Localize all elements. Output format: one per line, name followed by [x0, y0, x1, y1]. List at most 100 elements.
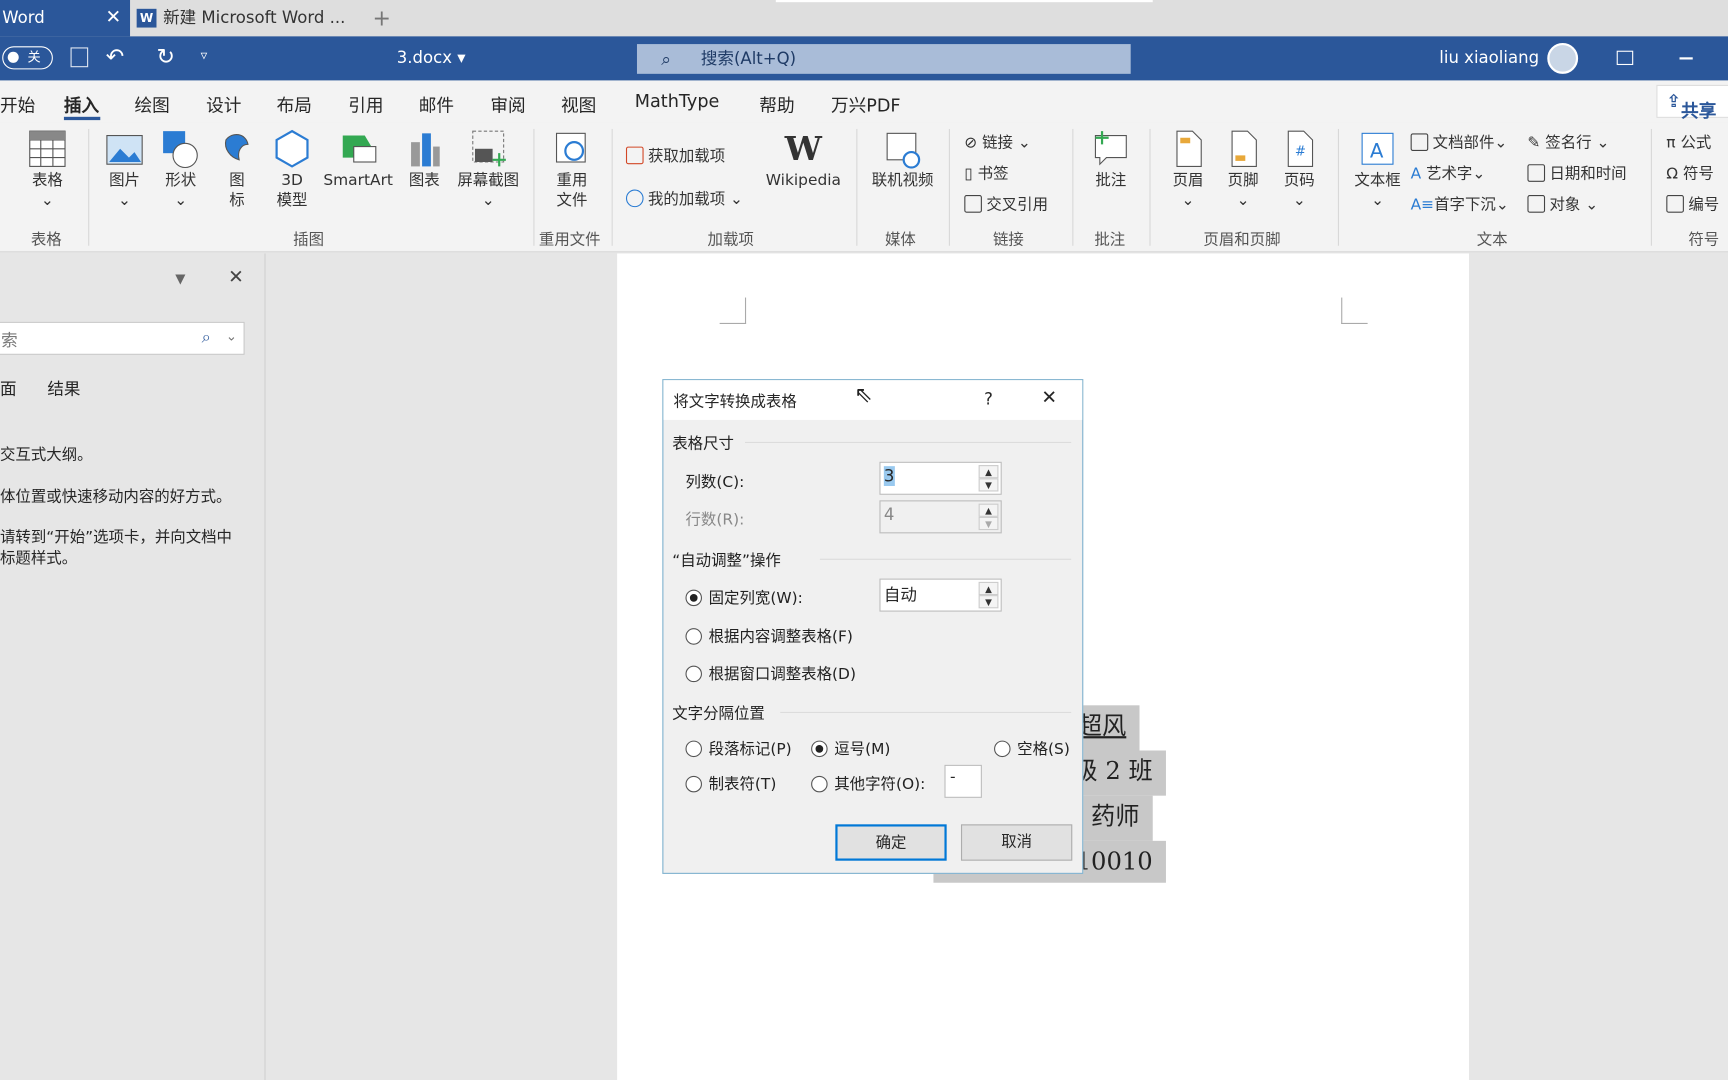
- tab-mathtype[interactable]: MathType: [635, 90, 720, 111]
- other-character-input[interactable]: -: [944, 764, 982, 798]
- autofit-window-radio[interactable]: 根据窗口调整表格(D): [685, 662, 856, 684]
- increment-icon[interactable]: ▲: [978, 581, 999, 596]
- search-input[interactable]: ⌕ 搜索(Alt+Q): [636, 44, 1131, 74]
- page-number-button[interactable]: # 页码 ⌄: [1277, 129, 1321, 211]
- columns-value[interactable]: 3: [883, 466, 895, 486]
- pictures-button[interactable]: 图片 ⌄: [101, 129, 147, 211]
- tab-layout[interactable]: 布局: [277, 90, 312, 116]
- active-tab-indicator: [63, 116, 101, 121]
- close-pane-icon[interactable]: ✕: [228, 267, 244, 289]
- tab-home[interactable]: 开始: [0, 90, 35, 116]
- paragraph-mark-radio[interactable]: 段落标记(P): [685, 737, 792, 759]
- tab-mailings[interactable]: 邮件: [419, 90, 454, 116]
- ribbon-display-icon[interactable]: [1616, 50, 1634, 66]
- tab-new-document[interactable]: W 新建 Microsoft Word ...: [132, 0, 359, 36]
- navigation-search-input[interactable]: 索 ⌕ ⌄: [0, 321, 245, 355]
- get-addins-button[interactable]: 获取加载项: [625, 144, 725, 166]
- wordart-button[interactable]: A 艺术字⌄: [1411, 162, 1486, 184]
- column-width-stepper[interactable]: 自动 ▲ ▼: [879, 578, 1002, 612]
- object-button[interactable]: 对象 ⌄: [1527, 193, 1598, 215]
- avatar[interactable]: [1547, 42, 1579, 74]
- redo-icon[interactable]: ↻: [156, 43, 174, 69]
- increment-icon: ▲: [978, 503, 999, 517]
- help-button[interactable]: ?: [984, 389, 993, 409]
- autosave-toggle[interactable]: 关: [2, 46, 53, 70]
- new-tab-button[interactable]: +: [372, 4, 390, 30]
- ribbon-tabs: 开始 插入 绘图 设计 布局 引用 邮件 审阅 视图 MathType 帮助 万…: [0, 80, 1728, 123]
- fixed-width-radio[interactable]: 固定列宽(W):: [685, 586, 803, 608]
- close-button[interactable]: ✕: [1041, 387, 1057, 409]
- document-name[interactable]: 3.docx ▾: [397, 47, 466, 67]
- decrement-icon: ▼: [978, 516, 999, 531]
- my-addins-button[interactable]: 我的加载项 ⌄: [625, 187, 743, 209]
- space-radio[interactable]: 空格(S): [994, 737, 1070, 759]
- other-character-radio[interactable]: 其他字符(O):: [811, 773, 925, 795]
- search-icon: ⌕: [661, 48, 672, 70]
- share-button[interactable]: ⇪ 共享: [1656, 84, 1728, 121]
- user-name[interactable]: liu xiaoliang: [1439, 47, 1539, 67]
- autofit-content-radio[interactable]: 根据内容调整表格(F): [685, 625, 853, 647]
- shapes-button[interactable]: 形状 ⌄: [158, 129, 204, 211]
- minimize-icon[interactable]: [1679, 57, 1693, 59]
- cancel-button[interactable]: 取消: [960, 824, 1073, 861]
- radio-unchecked: [685, 740, 702, 758]
- radio-unchecked: [811, 775, 828, 793]
- cross-reference-button[interactable]: 交叉引用: [964, 193, 1048, 215]
- wikipedia-icon: W: [784, 130, 822, 169]
- link-button[interactable]: ⊘ 链接 ⌄: [964, 131, 1031, 153]
- columns-stepper[interactable]: 3 ▲ ▼: [879, 461, 1002, 495]
- drop-cap-button[interactable]: A≡首字下沉⌄: [1411, 193, 1509, 215]
- bookmark-button[interactable]: ▯ 书签: [964, 162, 1008, 184]
- customize-toolbar-icon[interactable]: ▿: [201, 47, 208, 62]
- increment-icon[interactable]: ▲: [978, 465, 999, 479]
- chart-button[interactable]: 图表: [401, 129, 447, 191]
- icons-button[interactable]: 图 标: [214, 129, 260, 211]
- save-icon[interactable]: [70, 47, 89, 68]
- close-tab-icon[interactable]: ✕: [106, 0, 122, 36]
- text-box-button[interactable]: A 文本框 ⌄: [1349, 129, 1406, 211]
- wikipedia-button[interactable]: W Wikipedia: [760, 129, 846, 191]
- tab-character-radio[interactable]: 制表符(T): [685, 773, 776, 795]
- decrement-icon[interactable]: ▼: [978, 595, 999, 609]
- tab-wondershare-pdf[interactable]: 万兴PDF: [831, 90, 901, 116]
- undo-icon[interactable]: ↶: [106, 43, 124, 69]
- tab-view[interactable]: 视图: [561, 90, 596, 116]
- tab-word[interactable]: Word ✕: [0, 0, 131, 37]
- header-button[interactable]: 页眉 ⌄: [1166, 129, 1210, 211]
- signature-line-button[interactable]: ✎ 签名行 ⌄: [1527, 131, 1609, 153]
- online-video-button[interactable]: 联机视频: [866, 129, 939, 191]
- decrement-icon[interactable]: ▼: [978, 478, 999, 492]
- tab-review[interactable]: 审阅: [490, 90, 525, 116]
- equation-button[interactable]: π 公式: [1666, 131, 1711, 153]
- comment-button[interactable]: 批注: [1087, 129, 1135, 191]
- tab-insert[interactable]: 插入: [64, 90, 99, 116]
- tab-help[interactable]: 帮助: [759, 90, 794, 116]
- number-button[interactable]: 编号: [1666, 193, 1719, 215]
- divider: [819, 558, 1072, 560]
- quick-parts-button[interactable]: 文档部件⌄: [1410, 131, 1507, 153]
- date-time-button[interactable]: 日期和时间: [1527, 162, 1627, 184]
- search-icon[interactable]: ⌕: [202, 327, 211, 347]
- radio-unchecked: [685, 665, 702, 683]
- smartart-button[interactable]: SmartArt: [320, 129, 397, 191]
- button-label: 联机视频: [871, 171, 934, 190]
- tab-design[interactable]: 设计: [206, 90, 241, 116]
- screenshot-button[interactable]: 屏幕截图 ⌄: [452, 129, 525, 211]
- reuse-files-button[interactable]: 重用 文件: [549, 129, 595, 211]
- column-width-value[interactable]: 自动: [884, 585, 917, 605]
- tab-pages[interactable]: 面: [0, 377, 17, 400]
- table-button[interactable]: 表格 ⌄: [22, 129, 73, 211]
- footer-button[interactable]: 页脚 ⌄: [1221, 129, 1265, 211]
- wordart-icon: A: [1410, 165, 1427, 183]
- pane-options-icon[interactable]: ▼: [175, 271, 185, 286]
- button-label: 艺术字: [1426, 165, 1473, 183]
- ok-button[interactable]: 确定: [835, 824, 947, 861]
- tab-results[interactable]: 结果: [47, 377, 80, 400]
- symbol-button[interactable]: Ω 符号: [1666, 162, 1714, 184]
- tab-draw[interactable]: 绘图: [134, 90, 169, 116]
- comma-radio[interactable]: 逗号(M): [811, 737, 890, 759]
- 3d-models-button[interactable]: 3D 模型: [269, 129, 315, 211]
- chevron-down-icon[interactable]: ⌄: [226, 328, 237, 343]
- section-table-size: 表格尺寸: [672, 435, 734, 453]
- tab-references[interactable]: 引用: [348, 90, 383, 116]
